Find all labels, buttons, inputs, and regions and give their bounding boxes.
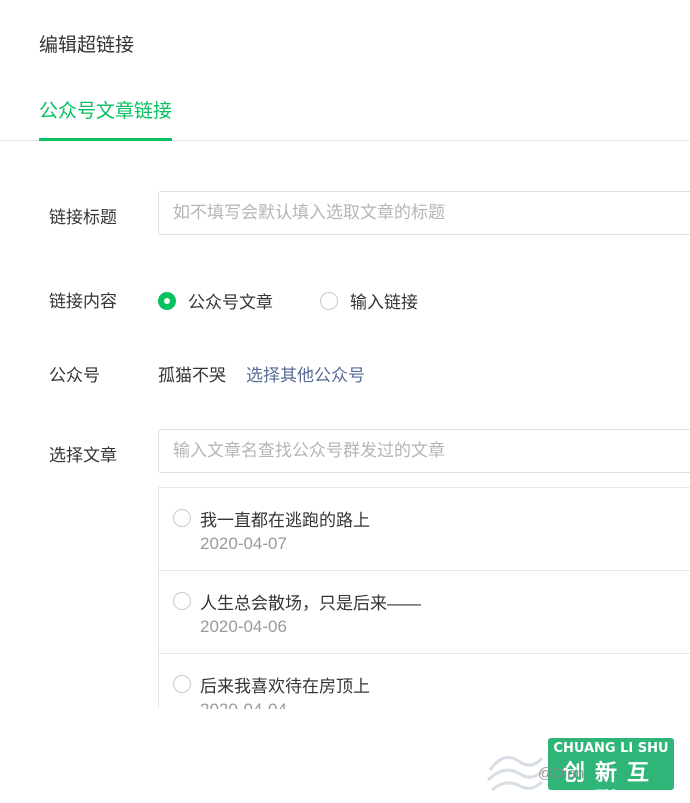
radio-unchecked-icon xyxy=(320,291,338,310)
tab-official-account-article-link[interactable]: 公众号文章链接 xyxy=(39,92,173,141)
dialog-title: 编辑超链接 xyxy=(39,35,135,56)
choose-other-account-link[interactable]: 选择其他公众号 xyxy=(246,361,365,386)
select-article-label: 选择文章 xyxy=(49,446,117,465)
article-list-item[interactable]: 后来我喜欢待在房顶上 2020-04-04 xyxy=(159,654,690,709)
tab-bar: 公众号文章链接 xyxy=(0,92,690,141)
watermark-badge: CHUANG LI SHU 创新互联 xyxy=(548,738,674,803)
article-date: 2020-04-04 xyxy=(200,700,287,709)
article-list[interactable]: 我一直都在逃跑的路上 2020-04-07 人生总会散场，只是后来—— 2020… xyxy=(158,487,690,709)
radio-official-article[interactable]: 公众号文章 xyxy=(158,288,273,313)
radio-input-link-label: 输入链接 xyxy=(350,293,418,312)
article-date: 2020-04-07 xyxy=(200,534,287,553)
radio-checked-icon xyxy=(158,291,176,310)
link-title-label: 链接标题 xyxy=(49,208,117,227)
watermark-handle: @Dian xyxy=(538,765,585,782)
article-radio-icon[interactable] xyxy=(173,675,191,693)
account-label: 公众号 xyxy=(49,366,100,385)
watermark: CHUANG LI SHU 创新互联 @Dian xyxy=(486,738,676,803)
article-list-item[interactable]: 人生总会散场，只是后来—— 2020-04-06 xyxy=(159,571,690,654)
article-list-item[interactable]: 我一直都在逃跑的路上 2020-04-07 xyxy=(159,488,690,571)
article-title: 我一直都在逃跑的路上 xyxy=(200,511,370,530)
radio-input-link[interactable]: 输入链接 xyxy=(320,288,418,313)
article-title: 人生总会散场，只是后来—— xyxy=(200,594,421,613)
link-title-input[interactable] xyxy=(158,191,690,235)
link-content-label: 链接内容 xyxy=(49,292,117,311)
watermark-logo-icon xyxy=(486,756,546,792)
article-search-input[interactable] xyxy=(158,429,690,473)
radio-official-article-label: 公众号文章 xyxy=(188,293,273,312)
edit-hyperlink-dialog: 编辑超链接 公众号文章链接 链接标题 链接内容 公众号文章 输入链接 公众号 孤… xyxy=(0,0,690,803)
article-radio-icon[interactable] xyxy=(173,592,191,610)
article-title: 后来我喜欢待在房顶上 xyxy=(200,677,370,696)
account-name: 孤猫不哭 xyxy=(158,366,226,385)
article-radio-icon[interactable] xyxy=(173,509,191,527)
article-date: 2020-04-06 xyxy=(200,617,287,636)
watermark-brand-line: CHUANG LI SHU xyxy=(553,741,669,756)
